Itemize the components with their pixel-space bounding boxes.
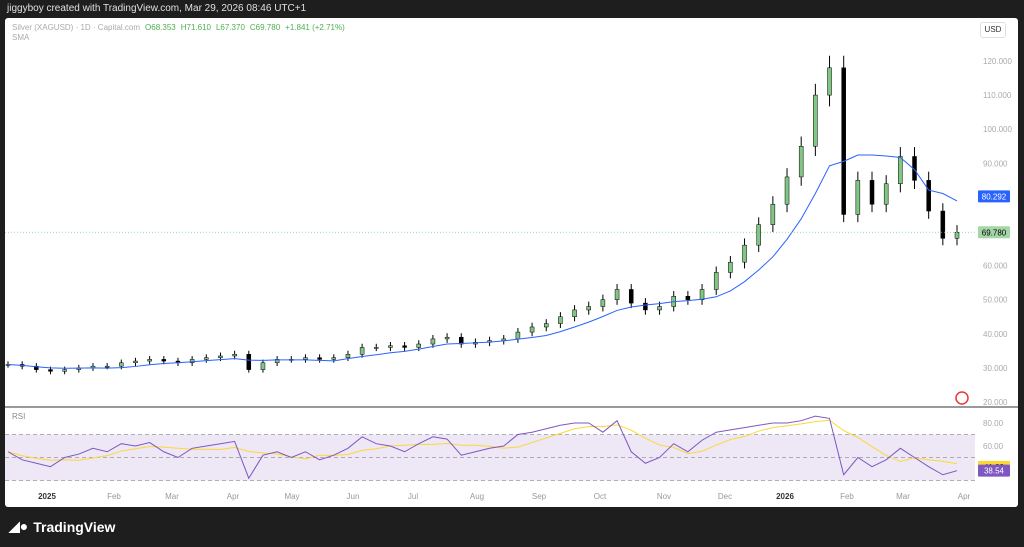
candle-body (713, 272, 719, 290)
price-chart[interactable]: 120.000110.000100.00090.00080.00070.0006… (0, 0, 1024, 547)
candle-body (614, 289, 620, 300)
time-label: Aug (470, 492, 484, 501)
time-label: Mar (896, 492, 910, 501)
time-label: 2026 (776, 492, 794, 501)
rsi-tick: 80.00 (983, 419, 1004, 428)
time-label: Jun (347, 492, 360, 501)
candle-body (558, 316, 563, 324)
candle-body (48, 369, 53, 372)
symbol-title: Silver (XAGUSD) · 1D · Capital.com (12, 23, 141, 32)
candle-body (430, 338, 436, 345)
candle-body (345, 354, 351, 358)
candle-body (246, 354, 252, 370)
economic-events-icon (955, 391, 969, 405)
candle-body (303, 357, 308, 360)
time-label: Jul (408, 492, 418, 501)
price-tick: 20.000 (983, 398, 1008, 407)
currency-button[interactable]: USD (980, 22, 1006, 38)
open-value: O68.353 (145, 23, 176, 32)
candle-body (784, 176, 790, 205)
time-label: Dec (718, 492, 732, 501)
candle-body (926, 180, 931, 212)
time-label: Oct (594, 492, 607, 501)
candle-body (742, 244, 747, 263)
price-tick: 40.000 (983, 330, 1008, 339)
candle-body (855, 180, 861, 215)
last-price-tag: 69.780 (982, 228, 1007, 237)
price-tick: 120.000 (983, 57, 1012, 66)
close-value: C69.780 (249, 23, 281, 32)
candle-body (940, 210, 946, 239)
time-label: Apr (227, 492, 240, 501)
candle-body (643, 302, 648, 311)
time-label: Feb (107, 492, 121, 501)
time-label: Sep (532, 492, 547, 501)
high-value: H71.610 (180, 23, 211, 32)
sma-line (7, 154, 958, 369)
time-label: Apr (958, 492, 971, 501)
candle-body (147, 359, 152, 362)
candle-body (62, 369, 67, 372)
candle-body (317, 357, 322, 360)
sma-legend[interactable]: SMA (12, 33, 29, 42)
price-tick: 100.000 (983, 125, 1012, 134)
candle-body (841, 67, 846, 215)
candle-body (218, 355, 223, 358)
candle-body (331, 357, 337, 360)
candle-body (529, 326, 535, 333)
candle-body (388, 345, 393, 348)
candle-body (685, 296, 691, 300)
candle-body (813, 94, 818, 147)
candle-body (883, 183, 889, 205)
rsi-legend[interactable]: RSI (12, 412, 25, 421)
brand-name: TradingView (33, 518, 116, 535)
candle-body (770, 203, 776, 225)
candle-body (869, 180, 875, 205)
candle-body (657, 306, 662, 311)
candle-body (543, 323, 549, 328)
candle-body (416, 343, 422, 348)
price-tick: 60.000 (983, 262, 1008, 271)
candle-body (954, 232, 960, 239)
candle-body (898, 156, 903, 185)
change-value: +1.841 (+2.71%) (285, 23, 345, 32)
candle-body (402, 345, 407, 348)
tradingview-logo[interactable]: ◢● TradingView (9, 518, 115, 535)
sma-price-tag: 80.292 (982, 192, 1007, 201)
rsi-tick: 60.00 (983, 442, 1004, 451)
candle-body (374, 347, 379, 349)
candle-body (699, 289, 705, 300)
candle-body (515, 331, 521, 340)
price-tick: 110.000 (983, 91, 1012, 100)
time-label: May (284, 492, 299, 501)
time-label: Mar (165, 492, 179, 501)
time-label: Feb (840, 492, 854, 501)
candle-body (600, 299, 606, 307)
candle-body (728, 261, 733, 273)
candle-body (119, 362, 124, 367)
candle-body (161, 359, 167, 362)
candle-body (104, 365, 110, 368)
price-tick: 50.000 (983, 296, 1008, 305)
low-value: L67.370 (215, 23, 245, 32)
price-tick: 90.000 (983, 159, 1008, 168)
price-tick: 30.000 (983, 364, 1008, 373)
tv-logo-icon: ◢● (9, 518, 29, 534)
symbol-legend: Silver (XAGUSD) · 1D · Capital.com O68.35… (12, 23, 345, 32)
candle-body (756, 224, 761, 246)
candle-body (204, 357, 209, 360)
candle-body (798, 146, 804, 178)
candle-body (133, 360, 138, 364)
candle-body (232, 354, 237, 357)
rsi-value-tag: 38.54 (984, 467, 1005, 476)
candle-body (260, 362, 266, 370)
time-label: 2025 (38, 492, 56, 501)
candle-body (444, 336, 450, 340)
candle-body (572, 309, 577, 317)
time-label: Nov (657, 492, 671, 501)
candle-body (586, 306, 591, 311)
candle-body (359, 347, 365, 355)
candle-body (628, 289, 634, 304)
candle-body (827, 67, 832, 96)
